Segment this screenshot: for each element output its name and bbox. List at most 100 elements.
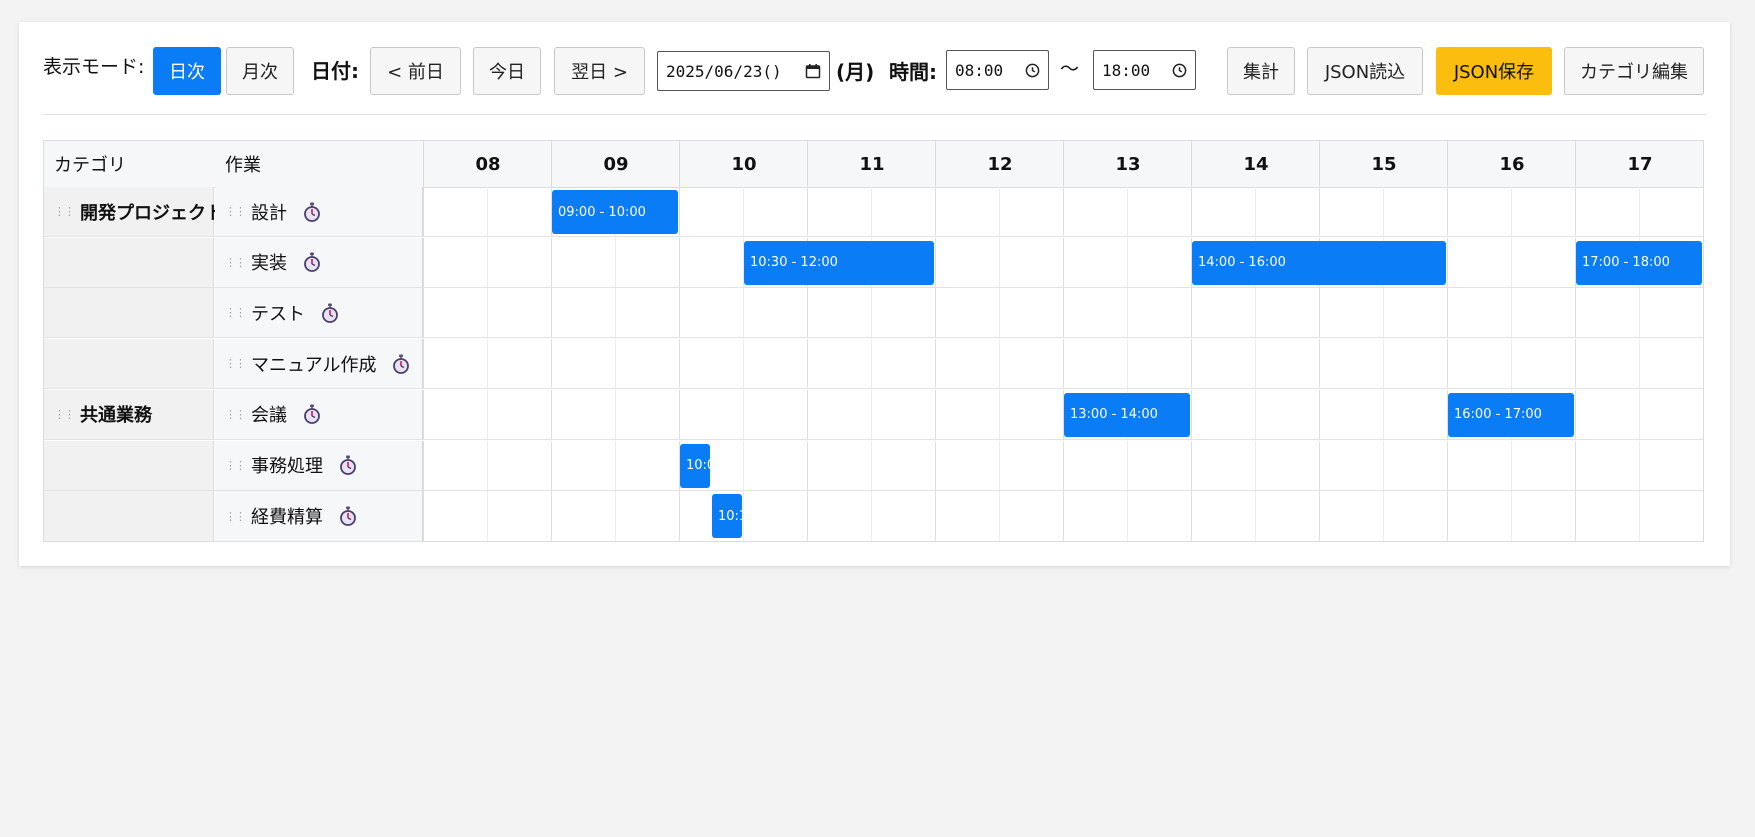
grid-line bbox=[1319, 440, 1320, 490]
stopwatch-icon[interactable] bbox=[303, 404, 321, 425]
time-block[interactable]: 10:1 bbox=[712, 494, 742, 539]
daily-mode-button[interactable]: 日次 bbox=[153, 47, 221, 95]
grid-line bbox=[807, 288, 808, 338]
grid-line bbox=[1191, 440, 1192, 490]
grid-line bbox=[1191, 491, 1192, 542]
stopwatch-icon[interactable] bbox=[339, 506, 357, 527]
calendar-icon[interactable] bbox=[805, 63, 821, 79]
time-block[interactable]: 09:00 - 10:00 bbox=[552, 190, 678, 234]
time-block[interactable]: 10:30 - 12:00 bbox=[744, 240, 934, 285]
stopwatch-icon[interactable] bbox=[392, 354, 410, 374]
clock-icon[interactable] bbox=[1172, 63, 1187, 78]
prev-day-button[interactable]: < 前日 bbox=[370, 47, 461, 95]
grid-line bbox=[1447, 339, 1448, 389]
task-row: ⋮⋮ 経費精算 10:1 bbox=[44, 491, 1703, 542]
end-time-input[interactable]: 18:00 bbox=[1093, 50, 1196, 90]
grid-line bbox=[935, 339, 936, 389]
grid-line bbox=[743, 491, 744, 542]
summary-button[interactable]: 集計 bbox=[1227, 47, 1295, 95]
drag-handle-icon[interactable]: ⋮⋮ bbox=[225, 206, 246, 217]
task-row: ⋮⋮ 開発プロジェクト ⋮⋮ 設計 09:00 - 10:00 bbox=[44, 187, 1703, 237]
drag-handle-icon[interactable]: ⋮⋮ bbox=[225, 460, 246, 471]
stopwatch-icon[interactable] bbox=[339, 455, 357, 475]
task-row: ⋮⋮ 実装 10:30 - 12:00 14:00 - 16:00 17:00 - 18… bbox=[44, 237, 1703, 288]
grid-line bbox=[999, 389, 1000, 439]
view-mode-label: 表示モード: bbox=[43, 56, 145, 78]
grid-line bbox=[871, 491, 872, 542]
schedule-grid: カテゴリ 作業 08 09 10 11 12 13 14 15 16 17 ⋮⋮ 開発プロジェクト ⋮… bbox=[43, 140, 1704, 542]
grid-line bbox=[999, 339, 1000, 389]
grid-line bbox=[1383, 389, 1384, 439]
task-name: 実装 bbox=[251, 253, 287, 275]
grid-line bbox=[1383, 440, 1384, 490]
category-cell bbox=[44, 237, 214, 287]
grid-line bbox=[1383, 288, 1384, 338]
grid-line bbox=[935, 491, 936, 542]
grid-line bbox=[1383, 339, 1384, 389]
hour-header: 11 bbox=[807, 141, 936, 187]
stopwatch-icon[interactable] bbox=[303, 252, 321, 273]
grid-line bbox=[807, 491, 808, 542]
task-row: ⋮⋮ マニュアル作成 bbox=[44, 339, 1703, 390]
time-block[interactable]: 10:0 bbox=[680, 443, 710, 488]
task-name: 経費精算 bbox=[251, 507, 323, 529]
grid-line bbox=[615, 237, 616, 287]
grid-line bbox=[1063, 440, 1064, 490]
drag-handle-icon[interactable]: ⋮⋮ bbox=[225, 307, 246, 318]
task-cell: ⋮⋮ 会議 bbox=[215, 389, 423, 439]
grid-line bbox=[615, 440, 616, 490]
next-day-button[interactable]: 翌日 > bbox=[554, 47, 645, 95]
grid-line bbox=[1255, 339, 1256, 389]
grid-line bbox=[1063, 237, 1064, 287]
task-cell: ⋮⋮ 設計 bbox=[215, 187, 423, 236]
toolbar: 表示モード: 日次 月次 日付: < 前日 今日 翌日 > 2025/06/23… bbox=[19, 22, 1730, 114]
drag-handle-icon[interactable]: ⋮⋮ bbox=[225, 358, 246, 369]
grid-line bbox=[1191, 339, 1192, 389]
grid-line bbox=[1127, 491, 1128, 542]
grid-line bbox=[1447, 491, 1448, 542]
grid-line bbox=[1255, 389, 1256, 439]
grid-line bbox=[551, 440, 552, 490]
drag-handle-icon[interactable]: ⋮⋮ bbox=[225, 511, 246, 522]
task-row: ⋮⋮ 共通業務 ⋮⋮ 会議 13:00 - 14:00 16:00 - 17:00 bbox=[44, 389, 1703, 440]
grid-line bbox=[615, 339, 616, 389]
time-block[interactable]: 13:00 - 14:00 bbox=[1064, 392, 1190, 437]
category-edit-button[interactable]: カテゴリ編集 bbox=[1564, 47, 1704, 95]
drag-handle-icon[interactable]: ⋮⋮ bbox=[54, 409, 75, 420]
grid-line bbox=[1319, 339, 1320, 389]
grid-line bbox=[999, 237, 1000, 287]
grid-line bbox=[1447, 440, 1448, 490]
stopwatch-icon[interactable] bbox=[303, 202, 321, 222]
category-cell bbox=[44, 440, 214, 490]
today-button[interactable]: 今日 bbox=[473, 47, 541, 95]
grid-line bbox=[679, 491, 680, 542]
task-cell: ⋮⋮ 経費精算 bbox=[215, 491, 423, 542]
grid-line bbox=[1063, 187, 1064, 236]
grid-line bbox=[1511, 440, 1512, 490]
clock-icon[interactable] bbox=[1025, 63, 1040, 78]
grid-line bbox=[871, 288, 872, 338]
time-block[interactable]: 14:00 - 16:00 bbox=[1192, 240, 1446, 285]
task-name: マニュアル作成 bbox=[251, 354, 377, 376]
grid-line bbox=[679, 389, 680, 439]
json-load-button[interactable]: JSON読込 bbox=[1307, 47, 1423, 95]
json-save-button[interactable]: JSON保存 bbox=[1436, 47, 1552, 95]
grid-line bbox=[1447, 187, 1448, 236]
time-block[interactable]: 17:00 - 18:00 bbox=[1576, 240, 1702, 285]
date-input[interactable]: 2025/06/23() bbox=[657, 51, 830, 91]
category-name: 開発プロジェクト bbox=[80, 202, 224, 224]
time-label: 時間: bbox=[889, 60, 937, 84]
drag-handle-icon[interactable]: ⋮⋮ bbox=[225, 409, 246, 420]
grid-line bbox=[679, 288, 680, 338]
drag-handle-icon[interactable]: ⋮⋮ bbox=[225, 257, 246, 268]
toolbar-divider bbox=[43, 114, 1706, 115]
time-block[interactable]: 16:00 - 17:00 bbox=[1448, 392, 1574, 437]
hour-header: 13 bbox=[1063, 141, 1192, 187]
start-time-input[interactable]: 08:00 bbox=[946, 50, 1049, 90]
monthly-mode-button[interactable]: 月次 bbox=[226, 47, 294, 95]
drag-handle-icon[interactable]: ⋮⋮ bbox=[54, 206, 75, 217]
stopwatch-icon[interactable] bbox=[321, 303, 339, 323]
task-name: 設計 bbox=[251, 202, 287, 224]
grid-line bbox=[935, 237, 936, 287]
grid-line bbox=[487, 389, 488, 439]
